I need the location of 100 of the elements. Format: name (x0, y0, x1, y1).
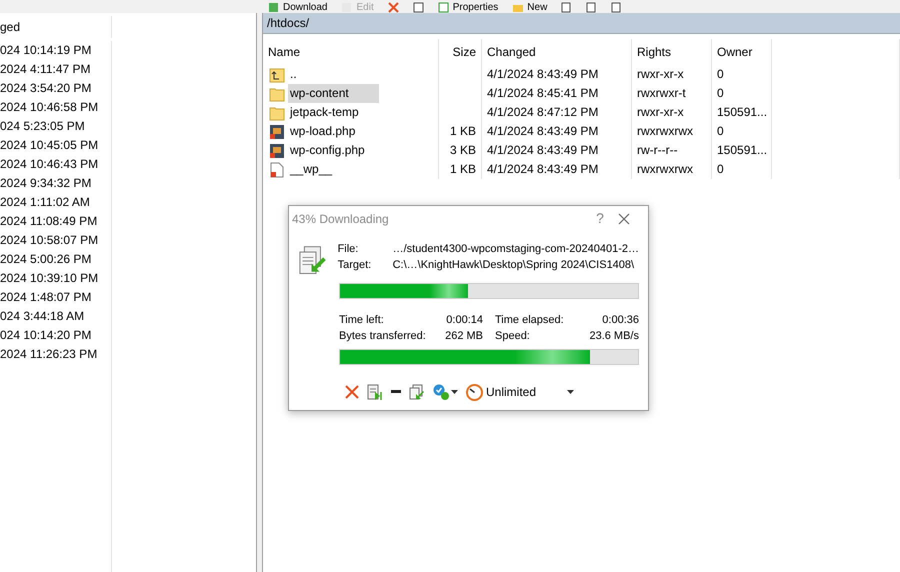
stat-value: 0:00:36 (602, 313, 639, 328)
table-cell-text: 2024 1:11:02 AM (0, 194, 91, 211)
toolbar-button[interactable]: Properties (438, 2, 498, 13)
table-cell: 0 (712, 84, 772, 103)
column-header[interactable]: Rights (632, 39, 712, 65)
table-cell-text: 2024 10:39:10 PM (0, 270, 100, 287)
caret-icon (567, 390, 574, 394)
table-cell-text: 2024 5:00:26 PM (0, 251, 92, 268)
table-cell: 4/1/2024 8:43:49 PM (482, 141, 632, 160)
toolbar-icon (561, 2, 572, 13)
parent-folder-icon (269, 66, 285, 82)
toolbar-button[interactable] (388, 2, 399, 13)
table-cell: 0 (712, 122, 772, 141)
toolbar-icon (586, 2, 598, 13)
speed-limit-dropdown[interactable]: Unlimited (466, 383, 574, 401)
target-path: C:\…\KnightHawk\Desktop\Spring 2024\CIS1408\ (392, 258, 634, 273)
stat-label: Speed: (495, 329, 530, 344)
gauge-icon (466, 384, 483, 400)
column-header[interactable]: Name (263, 39, 439, 65)
php-file-icon (269, 142, 285, 158)
table-cell: 0 (712, 65, 772, 84)
column-header[interactable]: ged (0, 16, 112, 38)
stat-label: Time left: (339, 313, 384, 328)
column-header[interactable]: Size (439, 39, 482, 65)
cancel-button[interactable] (345, 385, 359, 399)
toolbar-button[interactable]: New (512, 2, 548, 13)
minimize-button[interactable] (391, 390, 401, 394)
table-cell: rwxrwxrwx (632, 122, 712, 141)
toolbar-icon (438, 2, 449, 13)
table-cell-text: 024 10:14:19 PM (0, 42, 92, 59)
files-arrow-icon (409, 384, 425, 400)
table-cell: rwxr-xr-x (632, 103, 712, 122)
file-name[interactable]: .. (288, 65, 327, 84)
stat-label: Time elapsed: (495, 313, 564, 328)
table-cell-text: 2024 3:54:20 PM (0, 80, 92, 97)
table-cell: 4/1/2024 8:43:49 PM (482, 122, 632, 141)
table-cell-text: 024 10:14:20 PM (0, 327, 92, 344)
stat-value: 23.6 MB/s (589, 329, 639, 344)
table-cell-text: 2024 11:26:23 PM (0, 346, 98, 363)
table-cell-text: 2024 1:48:07 PM (0, 289, 92, 306)
toolbar-button[interactable] (611, 2, 622, 13)
help-button[interactable]: ? (588, 208, 612, 229)
toolbar-button[interactable] (586, 2, 598, 13)
queue-button[interactable] (409, 384, 425, 400)
php-file-icon (269, 124, 285, 140)
toolbar-icon (341, 2, 352, 13)
table-cell-text: 2024 10:58:07 PM (0, 232, 100, 249)
column-header[interactable]: Changed (482, 39, 632, 65)
caret-icon (451, 390, 458, 394)
stat-value: 0:00:14 (446, 313, 483, 328)
table-cell-text: 024 5:23:05 PM (0, 118, 86, 135)
document-play-icon (367, 384, 383, 400)
after-transfer-dropdown[interactable] (433, 384, 458, 400)
toolbar-button[interactable] (412, 2, 424, 13)
table-cell: 150591... (712, 141, 772, 160)
toolbar-icon (388, 2, 399, 13)
table-cell: rwxrwxr-t (632, 84, 712, 103)
background-button[interactable] (367, 384, 383, 400)
file-label: File: (338, 242, 360, 257)
stat-value: 262 MB (445, 329, 483, 344)
toolbar-icon (412, 2, 424, 13)
folder-icon (269, 104, 285, 120)
file-name[interactable]: wp-load.php (288, 122, 386, 141)
toolbar-icon (611, 2, 622, 13)
toolbar-button[interactable]: Download (268, 2, 328, 13)
table-cell: 3 KB (439, 141, 482, 160)
cancel-icon (345, 385, 359, 399)
file-name[interactable]: wp-config.php (288, 141, 395, 160)
file-path: …/student4300-wpcomstaging-com-20240401-2… (392, 242, 639, 257)
column-header[interactable]: Owner (712, 39, 772, 65)
table-cell: 150591... (712, 103, 772, 122)
toolbar-icon (268, 2, 279, 13)
table-cell: 4/1/2024 8:43:49 PM (482, 160, 632, 179)
toolbar-icon (512, 2, 524, 13)
table-cell-text: 024 3:44:18 AM (0, 308, 86, 325)
folder-icon (269, 86, 285, 102)
file-name[interactable]: wp-content (288, 84, 379, 103)
table-cell: 4/1/2024 8:43:49 PM (482, 65, 632, 84)
table-cell-text: 2024 11:08:49 PM (0, 213, 98, 230)
table-cell: 4/1/2024 8:45:41 PM (482, 84, 632, 103)
file-name[interactable]: __wp__ (288, 160, 362, 179)
table-cell: 4/1/2024 8:47:12 PM (482, 103, 632, 122)
table-cell: 1 KB (439, 160, 482, 179)
toolbar-button[interactable] (561, 2, 572, 13)
close-icon (618, 213, 630, 226)
table-cell-text: 2024 4:11:47 PM (0, 61, 92, 78)
table-cell: rwxr-xr-x (632, 65, 712, 84)
file-icon (269, 162, 285, 178)
table-cell: 0 (712, 160, 772, 179)
file-name[interactable]: jetpack-temp (288, 103, 389, 122)
table-cell: rw-r--r-- (632, 141, 712, 160)
table-cell-text: 2024 10:46:58 PM (0, 99, 100, 116)
table-cell-text: 2024 10:46:43 PM (0, 156, 100, 173)
dialog-title: 43% Downloading (292, 210, 390, 228)
minimize-icon (391, 390, 401, 394)
check-dot-icon (433, 384, 449, 400)
table-cell: 1 KB (439, 122, 482, 141)
table-cell-text: 2024 9:34:32 PM (0, 175, 92, 192)
table-cell-text: 2024 10:45:05 PM (0, 137, 100, 154)
table-cell: rwxrwxrwx (632, 160, 712, 179)
